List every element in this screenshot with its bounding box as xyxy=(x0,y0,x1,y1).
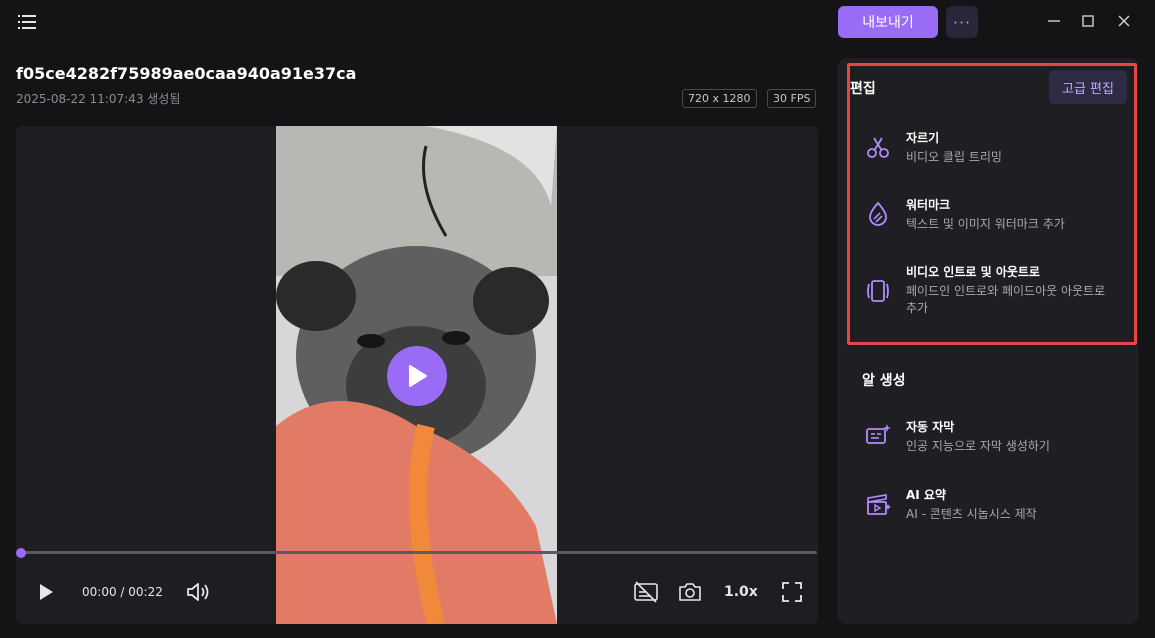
playback-speed-button[interactable]: 1.0x xyxy=(724,580,758,604)
feature-intro-outro[interactable]: 비디오 인트로 및 아웃트로 페이드인 인트로와 페이드아웃 아웃트로 추가 xyxy=(864,263,1124,319)
video-player[interactable]: 00:00 / 00:22 1.0x xyxy=(16,126,818,624)
feature-description: AI - 콘텐츠 시놉시스 제작 xyxy=(906,507,1037,521)
screenshot-camera-icon[interactable] xyxy=(676,580,704,604)
feature-name: 비디오 인트로 및 아웃트로 xyxy=(906,265,1040,279)
feature-auto-subtitle[interactable]: 자동 자막 인공 지능으로 자막 생성하기 xyxy=(864,418,1124,458)
ai-section-title: 알 생성 xyxy=(862,373,906,389)
play-icon[interactable] xyxy=(34,580,58,604)
maximize-window-icon[interactable] xyxy=(1078,11,1098,31)
progress-bar[interactable] xyxy=(21,551,817,554)
watermark-drop-icon xyxy=(864,200,892,228)
more-options-button[interactable]: ··· xyxy=(946,6,978,38)
feature-ai-summary[interactable]: AI 요약 AI - 콘텐츠 시놉시스 제작 xyxy=(864,486,1124,526)
intro-outro-icon xyxy=(864,277,892,305)
advanced-edit-button[interactable]: 고급 편집 xyxy=(1049,70,1127,104)
close-window-icon[interactable] xyxy=(1114,11,1134,31)
file-title: f05ce4282f75989ae0caa940a91e37ca xyxy=(16,64,357,83)
minimize-window-icon[interactable] xyxy=(1044,11,1064,31)
feature-description: 인공 지능으로 자막 생성하기 xyxy=(906,439,1050,453)
volume-icon[interactable] xyxy=(184,580,212,604)
feature-description: 텍스트 및 이미지 워터마크 추가 xyxy=(906,217,1065,231)
subtitle-off-icon[interactable] xyxy=(632,580,660,604)
feature-name: 워터마크 xyxy=(906,198,951,212)
progress-handle[interactable] xyxy=(16,548,26,558)
feature-name: 자동 자막 xyxy=(906,420,955,434)
feature-trim[interactable]: 자르기 비디오 클립 트리밍 xyxy=(864,129,1124,169)
resolution-badge: 720 x 1280 xyxy=(682,89,757,108)
feature-name: AI 요약 xyxy=(906,488,947,502)
fullscreen-icon[interactable] xyxy=(780,580,804,604)
fps-badge: 30 FPS xyxy=(767,89,817,108)
created-timestamp: 2025-08-22 11:07:43 생성됨 xyxy=(16,92,181,106)
time-display: 00:00 / 00:22 xyxy=(82,585,163,599)
play-overlay-button[interactable] xyxy=(387,346,447,406)
export-button[interactable]: 내보내기 xyxy=(838,6,938,38)
auto-subtitle-icon xyxy=(864,422,892,450)
feature-description: 비디오 클립 트리밍 xyxy=(906,150,1002,164)
feature-watermark[interactable]: 워터마크 텍스트 및 이미지 워터마크 추가 xyxy=(864,196,1124,236)
ai-summary-icon xyxy=(864,490,892,518)
feature-description: 페이드인 인트로와 페이드아웃 아웃트로 추가 xyxy=(906,284,1106,315)
edit-section-title: 편집 xyxy=(850,81,876,97)
feature-name: 자르기 xyxy=(906,131,940,145)
scissors-icon xyxy=(864,133,892,161)
menu-list-icon[interactable] xyxy=(18,14,36,30)
